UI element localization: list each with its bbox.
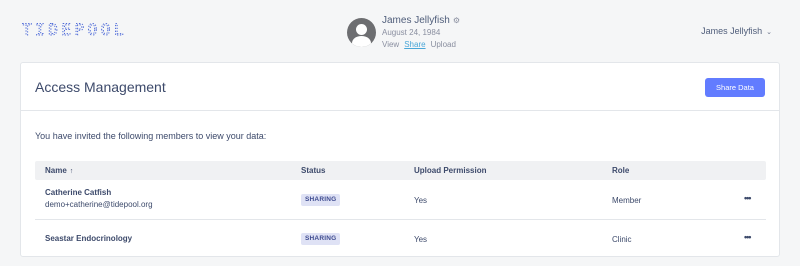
sort-arrow-icon: ↑	[69, 168, 74, 175]
intro-text: You have invited the following members t…	[35, 131, 267, 141]
members-table: Name ↑ Status Upload Permission Role Cath…	[35, 161, 766, 258]
share-data-button[interactable]: Share Data	[705, 78, 765, 97]
upload-permission: Yes	[414, 235, 428, 244]
patient-name: James Jellyfish ⚙	[382, 15, 460, 26]
user-menu-label: James Jellyfish	[701, 26, 763, 36]
tidepool-logo[interactable]: TIDEPOOL	[22, 20, 140, 38]
status-badge: SHARING	[301, 194, 341, 206]
member-name: Catherine Catfish	[45, 188, 112, 197]
card-header: Access Management Share Data	[21, 63, 779, 111]
more-actions-icon[interactable]: •••	[744, 232, 752, 242]
chevron-down-icon: ⌄	[766, 29, 772, 36]
column-header-role: Role	[612, 166, 630, 175]
gear-icon[interactable]: ⚙	[453, 16, 460, 25]
user-menu[interactable]: James Jellyfish ⌄	[701, 26, 772, 36]
table-row: Seastar Endocrinology SHARING Yes Clinic…	[35, 220, 766, 258]
nav-share-link[interactable]: Share	[404, 40, 425, 49]
status-badge: SHARING	[301, 233, 341, 245]
patient-name-text: James Jellyfish	[382, 15, 450, 26]
nav-upload-link[interactable]: Upload	[431, 40, 456, 49]
column-header-name[interactable]: Name ↑	[45, 166, 73, 175]
member-email: demo+catherine@tidepool.org	[45, 200, 153, 209]
member-name: Seastar Endocrinology	[45, 234, 133, 243]
member-role: Clinic	[612, 235, 632, 244]
avatar	[347, 18, 376, 47]
table-row: Catherine Catfish demo+catherine@tidepoo…	[35, 180, 766, 220]
more-actions-icon[interactable]: •••	[744, 193, 752, 203]
top-bar: TIDEPOOL James Jellyfish ⚙ August 24, 198…	[0, 0, 800, 62]
column-header-name-label: Name	[45, 166, 67, 175]
access-management-card: Access Management Share Data You have in…	[20, 62, 780, 257]
page-title: Access Management	[35, 79, 166, 95]
nav-view-link[interactable]: View	[382, 40, 399, 49]
member-role: Member	[612, 196, 642, 205]
patient-dob: August 24, 1984	[382, 28, 441, 37]
table-header: Name ↑ Status Upload Permission Role	[35, 161, 766, 180]
profile-nav: View Share Upload	[382, 40, 461, 49]
column-header-upload: Upload Permission	[414, 166, 487, 175]
logo-text: TIDEPOOL	[22, 20, 127, 38]
upload-permission: Yes	[414, 196, 428, 205]
column-header-status: Status	[301, 166, 326, 175]
